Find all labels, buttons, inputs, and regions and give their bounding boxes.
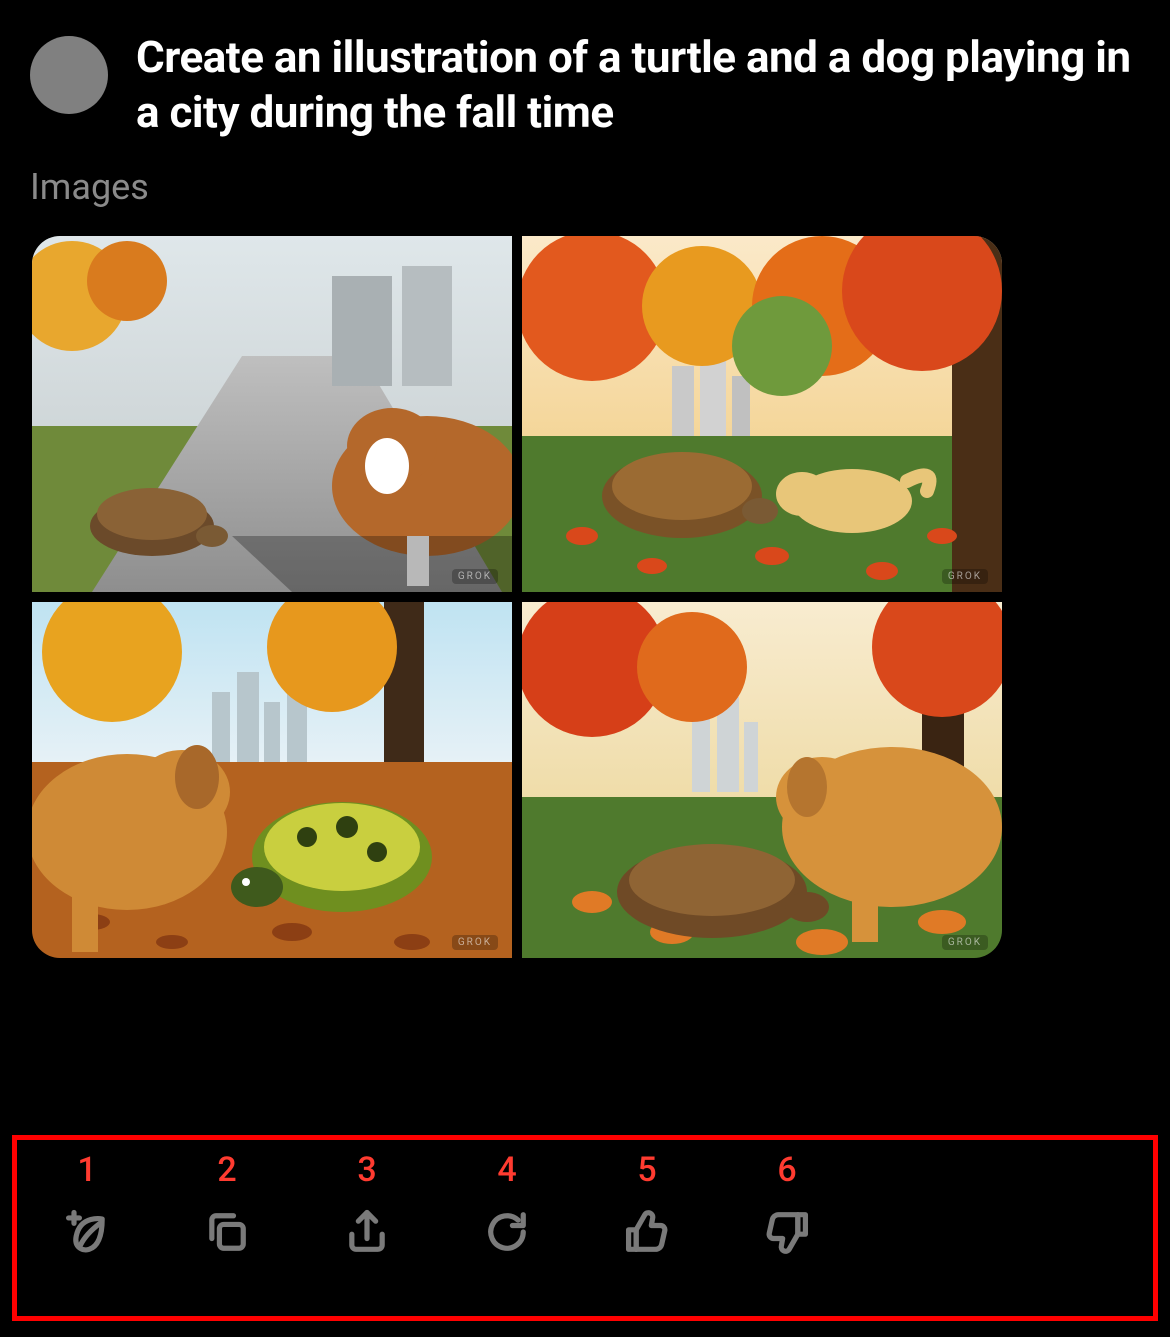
regenerate-button[interactable]: 4 — [437, 1150, 577, 1316]
action-bar-highlighted: 1 2 3 — [12, 1135, 1158, 1321]
message-header: Create an illustration of a turtle and a… — [30, 30, 1140, 140]
thumbs-down-button[interactable]: 6 — [717, 1150, 857, 1316]
thumbs-up-button[interactable]: 5 — [577, 1150, 717, 1316]
watermark: GROK — [942, 569, 988, 584]
generated-image-1[interactable]: GROK — [32, 236, 512, 592]
annotation-index: 6 — [777, 1150, 796, 1190]
copy-icon — [201, 1202, 253, 1262]
annotation-index: 4 — [497, 1150, 516, 1190]
avatar — [30, 36, 108, 114]
annotation-index: 5 — [637, 1150, 656, 1190]
watermark: GROK — [942, 935, 988, 950]
create-new-button[interactable]: 1 — [17, 1150, 157, 1316]
copy-button[interactable]: 2 — [157, 1150, 297, 1316]
annotation-index: 3 — [357, 1150, 376, 1190]
user-prompt-text: Create an illustration of a turtle and a… — [136, 30, 1140, 140]
watermark: GROK — [452, 569, 498, 584]
generated-image-grid: GROK — [32, 236, 1002, 958]
watermark: GROK — [452, 935, 498, 950]
generated-image-4[interactable]: GROK — [522, 602, 1002, 958]
annotation-index: 2 — [217, 1150, 236, 1190]
thumbs-up-icon — [621, 1202, 673, 1262]
generated-image-2[interactable]: GROK — [522, 236, 1002, 592]
chat-image-result-page: Create an illustration of a turtle and a… — [0, 0, 1170, 1337]
new-leaf-icon — [61, 1202, 113, 1262]
thumbs-down-icon — [761, 1202, 813, 1262]
share-icon — [341, 1202, 393, 1262]
share-button[interactable]: 3 — [297, 1150, 437, 1316]
regenerate-icon — [481, 1202, 533, 1262]
annotation-index: 1 — [77, 1150, 96, 1190]
generated-image-3[interactable]: GROK — [32, 602, 512, 958]
images-section-label: Images — [30, 166, 1140, 208]
